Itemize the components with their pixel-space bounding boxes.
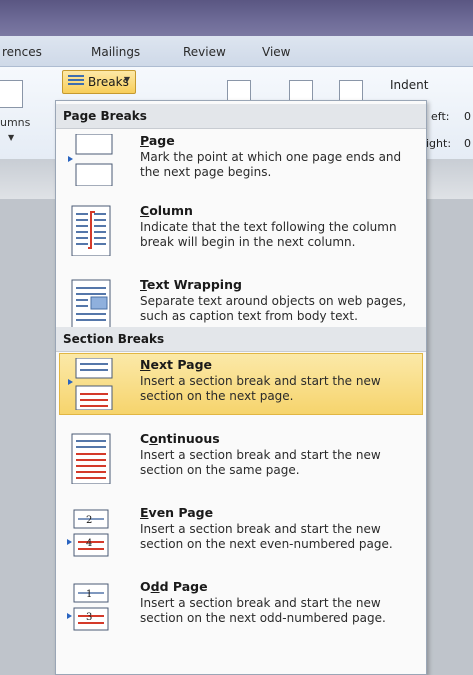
indent-left-label: eft: [431,110,450,123]
menu-item-title: Text Wrapping [140,277,242,292]
menu-item-title: Column [140,203,193,218]
menu-item-title: Page [140,133,175,148]
breaks-menu: Page Breaks Page Mark the point at which… [55,100,427,675]
menu-item-description: Separate text around objects on web page… [140,294,407,323]
menu-item-even-page[interactable]: 2 4 Even Page Insert a section break and… [59,501,423,563]
indent-right-label: ight: [426,137,452,150]
even-page-icon: 2 4 [67,509,109,557]
page-breaks-header-label: Page Breaks [63,109,147,123]
menu-item-description: Indicate that the text following the col… [140,220,397,249]
section-breaks-header-label: Section Breaks [63,332,165,346]
breaks-icon [68,75,84,89]
menu-item-title: Even Page [140,505,214,520]
menu-item-title: Next Page [140,357,213,372]
section-breaks-header: Section Breaks [56,327,426,352]
tab-view[interactable]: View [262,45,290,59]
columns-icon[interactable] [0,80,23,108]
column-break-icon [71,205,111,256]
next-page-icon [68,358,113,410]
menu-item-column[interactable]: Column Indicate that the text following … [59,199,423,261]
menu-item-description: Insert a section break and start the new… [140,522,393,551]
breaks-button[interactable]: Breaks ▼ [62,70,136,94]
tab-references[interactable]: rences [2,45,42,59]
menu-item-description: Insert a section break and start the new… [140,374,381,403]
menu-item-title: Continuous [140,431,220,446]
text-wrapping-icon [71,279,111,330]
menu-item-continuous[interactable]: Continuous Insert a section break and st… [59,427,423,489]
menu-item-description: Insert a section break and start the new… [140,448,381,477]
indent-right-value[interactable]: 0 [464,137,471,150]
chevron-down-icon: ▼ [123,75,130,84]
odd-page-icon: 1 3 [67,583,109,631]
ribbon-tab-bar: rences Mailings Review View [0,36,473,67]
page-break-icon [68,134,113,186]
menu-item-description: Mark the point at which one page ends an… [140,150,402,179]
tab-mailings[interactable]: Mailings [91,45,140,59]
menu-item-description: Insert a section break and start the new… [140,596,386,625]
indent-group-title: Indent [390,78,429,92]
page-number: 2 [86,515,92,526]
page-number: 3 [86,612,92,623]
indent-left-value[interactable]: 0 [464,110,471,123]
breaks-label: Breaks [88,75,129,89]
menu-item-next-page[interactable]: Next Page Insert a section break and sta… [59,353,423,415]
continuous-icon [71,433,111,484]
chevron-down-icon: ▼ [8,133,15,142]
menu-item-text-wrapping[interactable]: Text Wrapping Separate text around objec… [59,273,423,335]
page-breaks-header: Page Breaks [56,104,426,129]
columns-label: umns [0,116,31,129]
menu-item-title: Odd Page [140,579,208,594]
page-number: 4 [86,538,92,549]
page-number: 1 [86,589,92,600]
title-bar [0,0,473,36]
tab-review[interactable]: Review [183,45,226,59]
menu-item-page[interactable]: Page Mark the point at which one page en… [59,129,423,191]
menu-item-odd-page[interactable]: 1 3 Odd Page Insert a section break and … [59,575,423,637]
